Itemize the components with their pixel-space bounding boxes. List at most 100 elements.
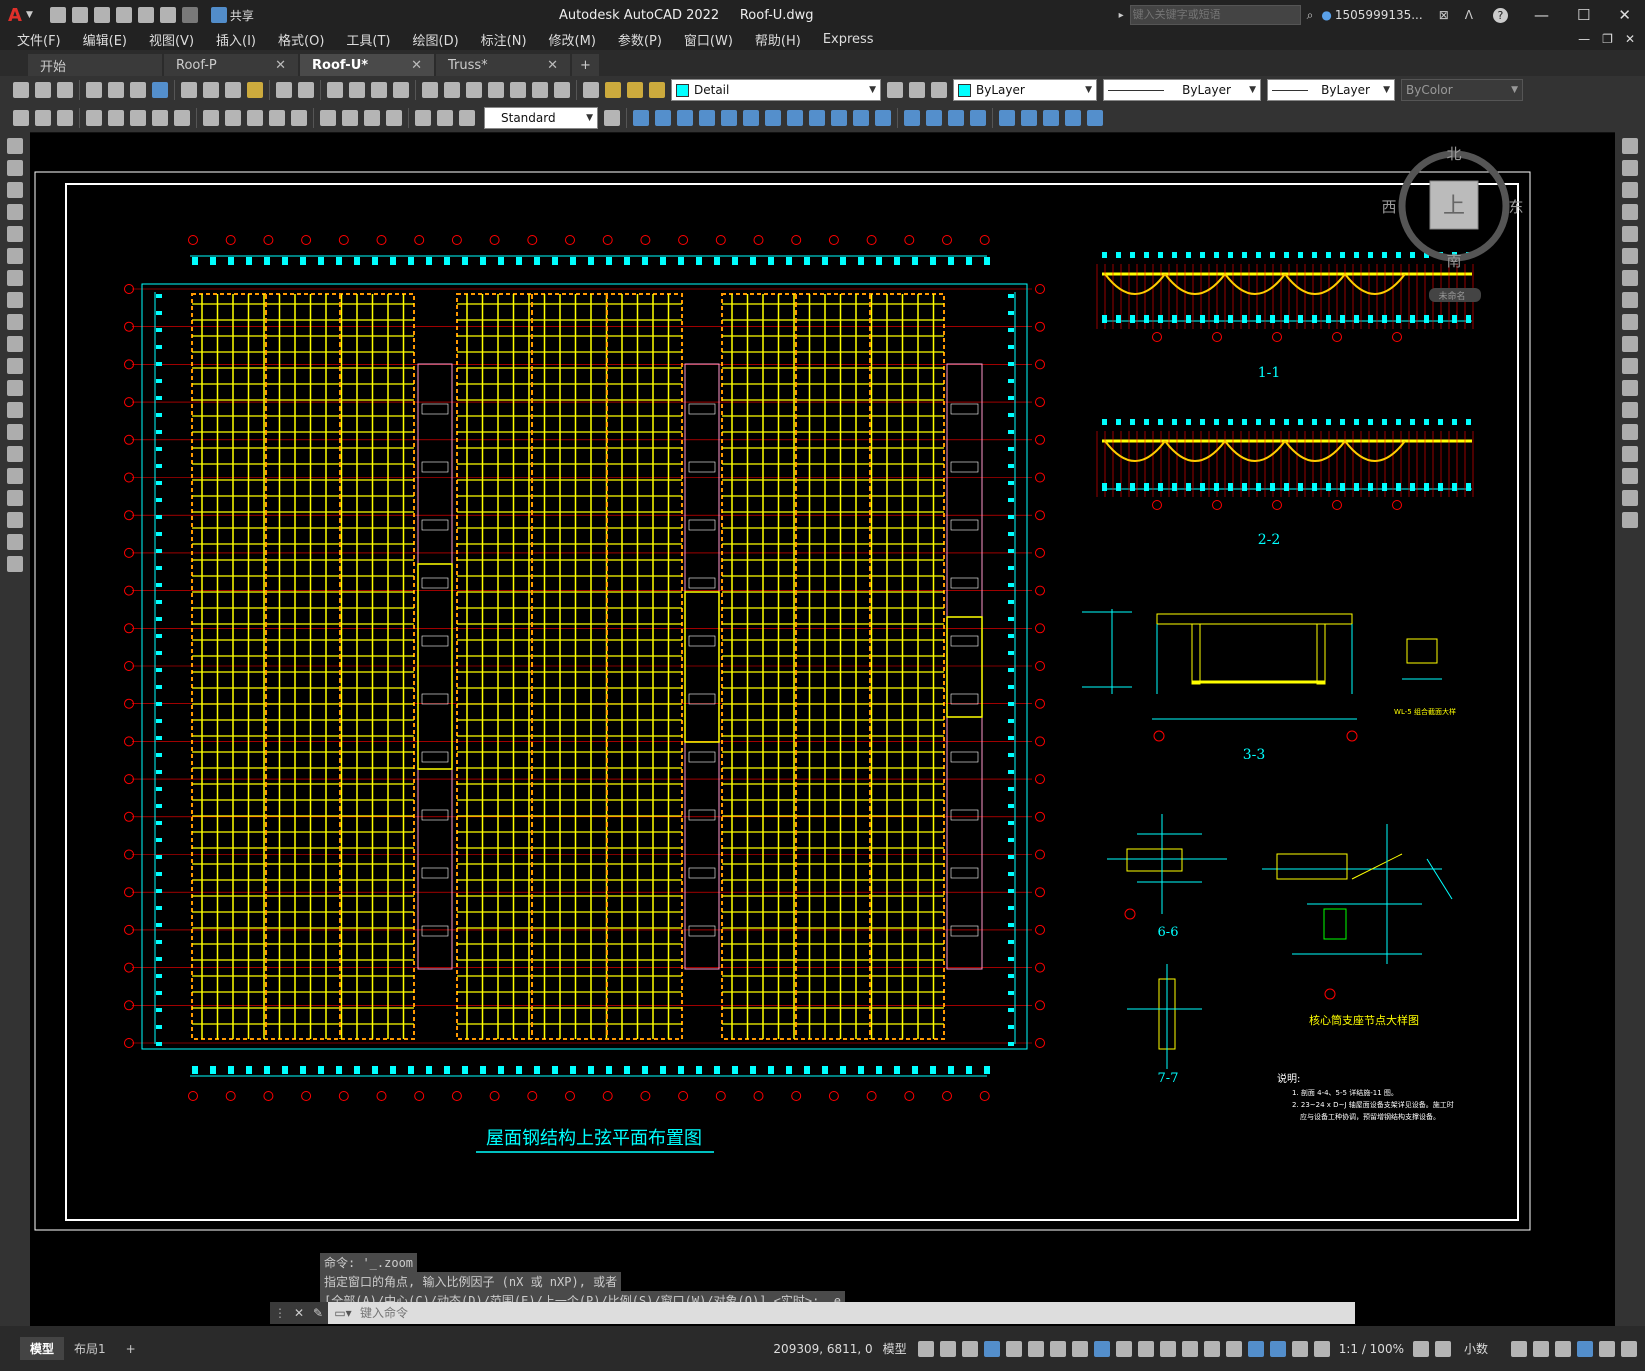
move-icon[interactable] — [1622, 248, 1638, 264]
menu-edit[interactable]: 编辑(E) — [72, 30, 138, 49]
transparency-icon[interactable] — [1137, 1340, 1154, 1357]
continue-icon[interactable] — [247, 110, 263, 126]
vp-icon-1[interactable] — [904, 110, 920, 126]
view-icon-2[interactable] — [1021, 110, 1037, 126]
xline-icon[interactable] — [7, 160, 23, 176]
save-file-icon[interactable] — [57, 82, 73, 98]
annotation-visibility-icon[interactable] — [1269, 1340, 1286, 1357]
search-icon[interactable]: ⌕ — [1307, 8, 1314, 23]
cut-icon[interactable] — [181, 82, 197, 98]
menu-parametric[interactable]: 参数(P) — [607, 30, 673, 49]
join-icon[interactable] — [1622, 424, 1638, 440]
share-label[interactable]: 共享 — [230, 7, 254, 24]
layer-previous-icon[interactable] — [909, 82, 925, 98]
view-icon-1[interactable] — [999, 110, 1015, 126]
layer-combo[interactable]: Detail ▼ — [671, 79, 881, 101]
trim-icon[interactable] — [1622, 336, 1638, 352]
toolbar-undo-icon[interactable] — [276, 82, 292, 98]
dimspace-icon[interactable] — [269, 110, 285, 126]
menu-dimension[interactable]: 标注(N) — [470, 30, 538, 49]
qnew-icon[interactable] — [13, 82, 29, 98]
save-icon[interactable] — [93, 7, 110, 23]
fillet-icon[interactable] — [1622, 468, 1638, 484]
zoom-previous-icon[interactable] — [393, 82, 409, 98]
ucs-x-icon[interactable] — [831, 110, 847, 126]
ucs-origin-icon[interactable] — [765, 110, 781, 126]
dynamic-ucs-icon[interactable] — [1203, 1340, 1220, 1357]
search-expand-icon[interactable]: ▸ — [1119, 10, 1124, 21]
quickdim-icon[interactable] — [203, 110, 219, 126]
insert-block-icon[interactable] — [7, 380, 23, 396]
offset-icon[interactable] — [1622, 204, 1638, 220]
model-space-canvas[interactable]: 屋面钢结构上弦平面布置图 1-1 2-2 3-3 6-6 7-7 核心筒支座节点… — [32, 134, 1612, 1326]
copy-icon[interactable] — [203, 82, 219, 98]
polygon-icon[interactable] — [7, 204, 23, 220]
gradient-icon[interactable] — [7, 468, 23, 484]
lineweight-icon[interactable] — [1115, 1340, 1132, 1357]
redo-icon[interactable] — [181, 7, 198, 23]
point-icon[interactable] — [7, 424, 23, 440]
open-icon[interactable] — [71, 7, 88, 23]
ordinate-icon[interactable] — [86, 110, 102, 126]
selection-filter-icon[interactable] — [1225, 1340, 1242, 1357]
plotstyle-combo[interactable]: ByColor ▼ — [1401, 79, 1523, 101]
clean-screen-icon[interactable] — [1599, 1340, 1615, 1357]
command-input[interactable] — [358, 1303, 1355, 1323]
table-icon[interactable] — [7, 512, 23, 528]
textstyle-combo[interactable]: Standard ▼ — [484, 107, 598, 129]
linear-dim-icon[interactable] — [13, 110, 29, 126]
publish-icon[interactable] — [130, 82, 146, 98]
break-icon[interactable] — [1622, 402, 1638, 418]
arc-length-icon[interactable] — [57, 110, 73, 126]
hatch-icon[interactable] — [7, 446, 23, 462]
menu-insert[interactable]: 插入(I) — [205, 30, 267, 49]
mtext-icon[interactable] — [7, 534, 23, 550]
markup-icon[interactable] — [510, 82, 526, 98]
coordinates-readout[interactable]: 209309, 6811, 0 — [773, 1342, 872, 1356]
explode-icon[interactable] — [1622, 512, 1638, 528]
units-value[interactable]: 小数 — [1464, 1340, 1488, 1357]
otrack-icon[interactable] — [1049, 1340, 1066, 1357]
matchprop-icon[interactable] — [247, 82, 263, 98]
isolate-objects-icon[interactable] — [1555, 1340, 1571, 1357]
polyline-icon[interactable] — [7, 182, 23, 198]
ucs-y-icon[interactable] — [853, 110, 869, 126]
layer-state-icon[interactable] — [931, 82, 947, 98]
rectangle-icon[interactable] — [7, 226, 23, 242]
viewcube[interactable]: 上 北 南 东 西 未命名 — [1381, 145, 1524, 302]
menu-window[interactable]: 窗口(W) — [673, 30, 744, 49]
viewcube-east[interactable]: 东 — [1508, 198, 1523, 216]
doc-minimize-icon[interactable]: — — [1572, 32, 1596, 46]
vp-icon-3[interactable] — [948, 110, 964, 126]
save-as-icon[interactable] — [115, 7, 132, 23]
make-current-layer-icon[interactable] — [887, 82, 903, 98]
customize-wrench-icon[interactable]: ✎ — [308, 1302, 328, 1324]
stretch-icon[interactable] — [1622, 314, 1638, 330]
annotation-monitor-icon[interactable] — [1434, 1340, 1451, 1357]
share-icon[interactable] — [210, 7, 227, 23]
toolpalettes-icon[interactable] — [466, 82, 482, 98]
lineweight-combo[interactable]: ByLayer ▼ — [1267, 79, 1395, 101]
quick-properties-icon[interactable] — [1511, 1340, 1527, 1357]
rotate-icon[interactable] — [1622, 270, 1638, 286]
extend-icon[interactable] — [1622, 358, 1638, 374]
graphics-performance-icon[interactable] — [1577, 1340, 1593, 1357]
break-point-icon[interactable] — [1622, 380, 1638, 396]
user-name[interactable]: 1505999135... — [1335, 8, 1423, 22]
angular-icon[interactable] — [174, 110, 190, 126]
ellipse-icon[interactable] — [7, 336, 23, 352]
layer-freeze-icon[interactable] — [627, 82, 643, 98]
selection-cycling-icon[interactable] — [1159, 1340, 1176, 1357]
help-icon[interactable]: ? — [1492, 7, 1508, 23]
tab-start[interactable]: 开始 — [28, 54, 162, 76]
diameter-icon[interactable] — [152, 110, 168, 126]
baseline-icon[interactable] — [225, 110, 241, 126]
annotation-scale-value[interactable]: 1:1 / 100% — [1339, 1342, 1404, 1356]
autodesk-a-icon[interactable]: Ʌ — [1465, 8, 1473, 22]
calculator-icon[interactable] — [532, 82, 548, 98]
viewcube-west[interactable]: 西 — [1381, 198, 1396, 216]
linetype-combo[interactable]: ByLayer ▼ — [1103, 79, 1261, 101]
minimize-icon[interactable]: — — [1520, 6, 1563, 24]
plot-icon[interactable] — [137, 7, 154, 23]
ucs-world-icon[interactable] — [655, 110, 671, 126]
